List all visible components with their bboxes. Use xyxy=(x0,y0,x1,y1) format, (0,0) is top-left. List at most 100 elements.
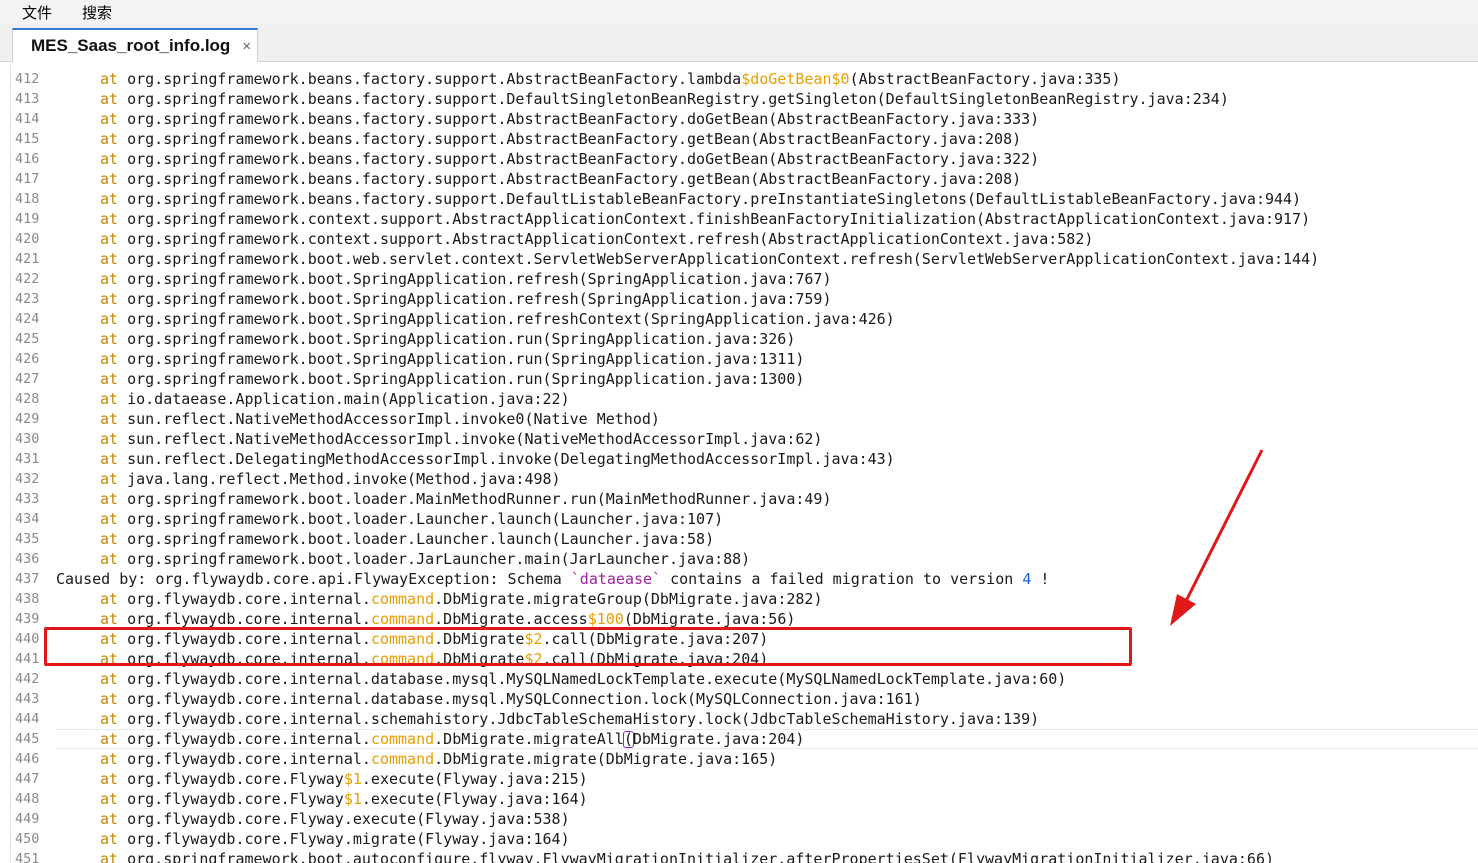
log-line: 443 at org.flywaydb.core.internal.databas… xyxy=(0,689,1478,709)
keyword-at: at xyxy=(100,770,128,788)
keyword-at: at xyxy=(100,390,128,408)
log-line: 425 at org.springframework.boot.SpringApp… xyxy=(0,329,1478,349)
code-token: .DbMigrate.migrateAll xyxy=(434,730,624,748)
keyword-at: at xyxy=(100,150,128,168)
keyword-at: at xyxy=(100,690,128,708)
keyword-at: at xyxy=(100,430,128,448)
close-icon[interactable]: × xyxy=(242,38,251,55)
menu-search[interactable]: 搜索 xyxy=(60,2,112,23)
code-token: ! xyxy=(1031,570,1050,588)
line-code: at org.flywaydb.core.Flyway$1.execute(Fl… xyxy=(56,789,588,809)
log-line: 418 at org.springframework.beans.factory.… xyxy=(0,189,1478,209)
code-token: java.lang.reflect.Method.invoke(Method.j… xyxy=(127,470,561,488)
code-token: org.flywaydb.core.internal. xyxy=(127,590,371,608)
keyword-at: at xyxy=(100,270,128,288)
line-number: 437 xyxy=(15,571,40,587)
code-token: org.springframework.beans.factory.suppor… xyxy=(127,190,1302,208)
tab-log-file[interactable]: MES_Saas_root_info.log × xyxy=(12,28,258,62)
code-token: sun.reflect.NativeMethodAccessorImpl.inv… xyxy=(127,410,660,428)
keyword-at: at xyxy=(100,70,128,88)
code-token: org.springframework.beans.factory.suppor… xyxy=(127,90,1229,108)
log-editor[interactable]: 412 at org.springframework.beans.factory.… xyxy=(0,64,1478,863)
line-code: at org.springframework.boot.SpringApplic… xyxy=(56,329,795,349)
log-line: 424 at org.springframework.boot.SpringApp… xyxy=(0,309,1478,329)
line-number: 417 xyxy=(15,171,40,187)
line-code: at org.flywaydb.core.internal.command.Db… xyxy=(56,609,795,629)
code-token: org.flywaydb.core.internal. xyxy=(127,730,371,748)
line-code: at org.springframework.beans.factory.sup… xyxy=(56,189,1301,209)
keyword-at: at xyxy=(100,90,128,108)
line-number: 436 xyxy=(15,551,40,567)
code-token: .execute(Flyway.java:164) xyxy=(361,790,588,808)
line-code: at org.flywaydb.core.internal.schemahist… xyxy=(56,709,1039,729)
line-code: at org.springframework.boot.SpringApplic… xyxy=(56,289,832,309)
line-number: 425 xyxy=(15,331,40,347)
line-code: at org.springframework.boot.SpringApplic… xyxy=(56,349,804,369)
line-code: at org.springframework.boot.autoconfigur… xyxy=(56,849,1274,863)
log-line: 450 at org.flywaydb.core.Flyway.migrate(F… xyxy=(0,829,1478,849)
log-line: 412 at org.springframework.beans.factory.… xyxy=(0,69,1478,89)
code-token: org.springframework.boot.loader.MainMeth… xyxy=(127,490,832,508)
line-code: at io.dataease.Application.main(Applicat… xyxy=(56,389,570,409)
line-number: 445 xyxy=(15,731,40,747)
line-number: 431 xyxy=(15,451,40,467)
code-token: $1 xyxy=(343,790,362,808)
code-token: org.flywaydb.core.internal.database.mysq… xyxy=(127,670,1067,688)
code-token: org.springframework.boot.SpringApplicati… xyxy=(127,330,796,348)
keyword-at: at xyxy=(100,550,128,568)
line-code: at org.springframework.beans.factory.sup… xyxy=(56,149,1039,169)
line-code: at org.springframework.boot.SpringApplic… xyxy=(56,369,804,389)
log-line: 427 at org.springframework.boot.SpringApp… xyxy=(0,369,1478,389)
log-line: 428 at io.dataease.Application.main(Appli… xyxy=(0,389,1478,409)
code-token: command xyxy=(370,590,435,608)
line-number: 424 xyxy=(15,311,40,327)
line-code: at org.springframework.boot.web.servlet.… xyxy=(56,249,1319,269)
keyword-at: at xyxy=(100,410,128,428)
line-code: at org.springframework.boot.loader.JarLa… xyxy=(56,549,750,569)
line-code: at org.springframework.context.support.A… xyxy=(56,229,1093,249)
line-code: Caused by: org.flywaydb.core.api.FlywayE… xyxy=(56,569,1049,589)
line-number: 432 xyxy=(15,471,40,487)
code-token: org.flywaydb.core.Flyway xyxy=(127,790,344,808)
code-token: org.springframework.boot.SpringApplicati… xyxy=(127,350,805,368)
code-token: command xyxy=(370,730,435,748)
line-number: 449 xyxy=(15,811,40,827)
line-code: at org.flywaydb.core.internal.database.m… xyxy=(56,669,1066,689)
keyword-at: at xyxy=(100,790,128,808)
line-number: 434 xyxy=(15,511,40,527)
keyword-at: at xyxy=(100,730,128,748)
error-highlight-box xyxy=(44,627,1132,666)
log-line: 419 at org.springframework.context.suppor… xyxy=(0,209,1478,229)
keyword-at: at xyxy=(100,670,128,688)
line-code: at java.lang.reflect.Method.invoke(Metho… xyxy=(56,469,561,489)
line-number: 429 xyxy=(15,411,40,427)
keyword-at: at xyxy=(100,450,128,468)
line-number: 440 xyxy=(15,631,40,647)
keyword-at: at xyxy=(100,510,128,528)
line-number: 447 xyxy=(15,771,40,787)
code-token: org.springframework.boot.SpringApplicati… xyxy=(127,370,805,388)
line-code: at org.flywaydb.core.internal.database.m… xyxy=(56,689,922,709)
keyword-at: at xyxy=(100,290,128,308)
line-number: 420 xyxy=(15,231,40,247)
log-line: 421 at org.springframework.boot.web.servl… xyxy=(0,249,1478,269)
keyword-at: at xyxy=(100,530,128,548)
line-code: at org.springframework.beans.factory.sup… xyxy=(56,89,1229,109)
line-code: at org.flywaydb.core.Flyway$1.execute(Fl… xyxy=(56,769,588,789)
code-token: org.springframework.beans.factory.suppor… xyxy=(127,130,1022,148)
line-code: at org.flywaydb.core.internal.command.Db… xyxy=(56,749,777,769)
line-number: 450 xyxy=(15,831,40,847)
code-token: (DbMigrate.java:56) xyxy=(623,610,796,628)
line-number: 426 xyxy=(15,351,40,367)
line-number: 438 xyxy=(15,591,40,607)
annotation-arrow-icon xyxy=(1170,449,1264,626)
code-token: command xyxy=(370,750,435,768)
code-token: org.springframework.boot.SpringApplicati… xyxy=(127,290,832,308)
code-token: org.springframework.boot.web.servlet.con… xyxy=(127,250,1320,268)
code-token: org.springframework.beans.factory.suppor… xyxy=(127,110,1040,128)
menu-file[interactable]: 文件 xyxy=(0,2,52,23)
code-token: org.flywaydb.core.internal.schemahistory… xyxy=(127,710,1040,728)
keyword-at: at xyxy=(100,470,128,488)
log-line: 445 at org.flywaydb.core.internal.command… xyxy=(0,729,1478,749)
keyword-at: at xyxy=(100,130,128,148)
